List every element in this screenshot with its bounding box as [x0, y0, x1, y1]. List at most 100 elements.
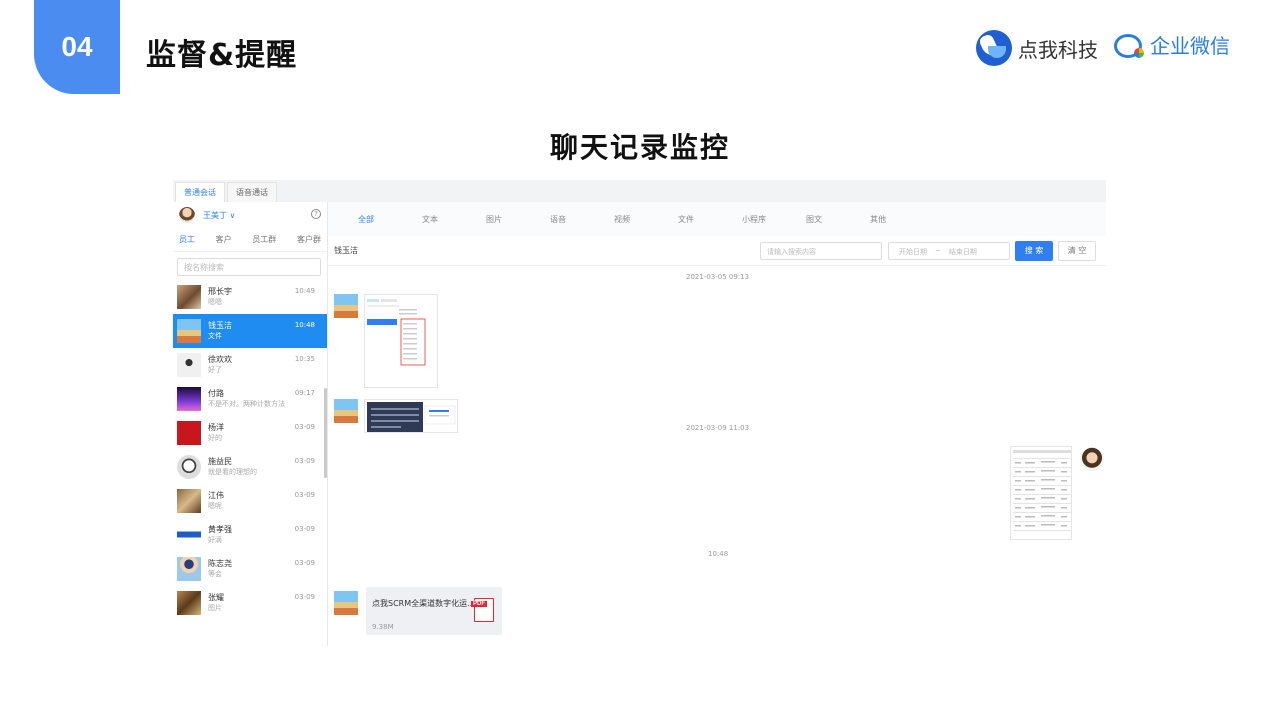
contact-time: 09:17	[294, 389, 315, 397]
tab-text[interactable]: 文本	[422, 214, 486, 225]
contact-last-message: 嗯嗯	[208, 298, 222, 306]
contact-time: 10:35	[294, 355, 315, 363]
avatar	[177, 319, 201, 343]
tab-miniprogram[interactable]: 小程序	[742, 214, 806, 225]
search-button[interactable]: 搜 索	[1015, 241, 1053, 261]
avatar	[177, 455, 201, 479]
pdf-icon: PDF	[471, 598, 494, 622]
message-timestamp: 2021-03-09 11:03	[686, 424, 750, 432]
tab-video[interactable]: 视频	[614, 214, 678, 225]
list-item[interactable]: 张耀 图片 03-09	[173, 586, 327, 620]
avatar	[177, 421, 201, 445]
message-timestamp: 10:48	[708, 550, 729, 558]
avatar	[177, 591, 201, 615]
contact-last-message: 文件	[208, 332, 222, 340]
contact-panel: 王美丁 ∨ ? 员工 客户 员工群 客户群 按名称搜索 邢长宇 嗯嗯 10:49 …	[173, 202, 328, 646]
center-title: 聊天记录监控	[549, 131, 730, 164]
user-name[interactable]: 王美丁 ∨	[203, 210, 235, 221]
user-selector[interactable]: 王美丁 ∨ ?	[173, 202, 327, 228]
avatar	[177, 489, 201, 513]
list-item[interactable]: 付路 不是不对。两种计数方法 09:17	[173, 382, 327, 416]
list-item[interactable]: 徐欢欢 好了 10:35	[173, 348, 327, 382]
chat-monitor-app: 普通会话 语音通话 王美丁 ∨ ? 员工 客户 员工群 客户群 按名称搜索 邢长…	[173, 180, 1106, 646]
contact-type-tabs: 员工 客户 员工群 客户群	[173, 228, 327, 252]
avatar	[179, 207, 195, 223]
tab-all[interactable]: 全部	[358, 214, 422, 225]
tab-article[interactable]: 图文	[806, 214, 870, 225]
brand-wework: 企业微信	[1114, 30, 1230, 59]
list-item[interactable]: 黄孝强 好滴 03-09	[173, 518, 327, 552]
image-message[interactable]	[364, 294, 438, 388]
tab-employee-group[interactable]: 员工群	[252, 234, 276, 245]
date-range-picker[interactable]: 开始日期 ~ 结束日期	[888, 242, 1010, 260]
list-item[interactable]: 邢长宇 嗯嗯 10:49	[173, 280, 327, 314]
tab-other[interactable]: 其他	[870, 214, 934, 225]
avatar	[177, 285, 201, 309]
screenshot-thumbnail-icon	[367, 402, 456, 432]
contact-list: 邢长宇 嗯嗯 10:49 钱玉洁 文件 10:48 徐欢欢 好了 10:35 付路 不是…	[173, 280, 327, 620]
file-size: 9.38M	[372, 623, 394, 631]
help-icon[interactable]: ?	[311, 209, 321, 219]
avatar	[334, 399, 358, 423]
contact-last-message: 就是看的理想的	[208, 468, 257, 476]
tab-customer-group[interactable]: 客户群	[297, 234, 321, 245]
chat-contact-name: 钱玉洁	[334, 246, 358, 255]
tab-voice[interactable]: 语音	[550, 214, 614, 225]
section-number: 04	[34, 0, 120, 94]
list-item[interactable]: 钱玉洁 文件 10:48	[173, 314, 327, 348]
avatar	[177, 387, 201, 411]
contact-last-message: 等会	[208, 570, 222, 578]
image-message[interactable]	[364, 399, 458, 433]
list-item[interactable]: 施益民 就是看的理想的 03-09	[173, 450, 327, 484]
contact-last-message: 图片	[208, 604, 222, 612]
message-timestamp: 2021-03-05 09:13	[686, 273, 750, 281]
contact-last-message: 好了	[208, 366, 222, 374]
brand-dianwo: 点我科技	[976, 30, 1098, 66]
file-message[interactable]: 点我SCRM全渠道数字化运... 9.38M PDF	[366, 587, 502, 635]
tab-voice-call[interactable]: 语音通话	[227, 182, 277, 202]
file-name: 点我SCRM全渠道数字化运...	[372, 599, 475, 608]
keyword-search-input[interactable]: 请输入搜索内容	[760, 242, 882, 260]
contact-last-message: 嗯呢	[208, 502, 222, 510]
avatar	[334, 591, 358, 615]
image-message[interactable]	[1010, 446, 1072, 540]
pdf-badge: PDF	[471, 601, 487, 607]
avatar	[177, 523, 201, 547]
list-item[interactable]: 江伟 嗯呢 03-09	[173, 484, 327, 518]
top-tabs: 普通会话 语音通话	[173, 180, 1106, 202]
tab-customer[interactable]: 客户	[216, 234, 232, 245]
clear-button[interactable]: 清 空	[1058, 241, 1096, 261]
contact-scrollbar[interactable]	[324, 388, 327, 478]
date-separator: ~	[935, 247, 941, 255]
contact-time: 10:48	[294, 321, 315, 329]
contact-last-message: 好滴	[208, 536, 222, 544]
contact-time: 03-09	[294, 457, 315, 465]
contact-time: 03-09	[294, 559, 315, 567]
contact-time: 03-09	[294, 525, 315, 533]
contact-time: 03-09	[294, 491, 315, 499]
contact-last-message: 不是不对。两种计数方法	[208, 400, 285, 408]
tab-normal-chat[interactable]: 普通会话	[175, 182, 225, 202]
list-item[interactable]: 陈志尧 等会 03-09	[173, 552, 327, 586]
tab-employee[interactable]: 员工	[179, 234, 195, 245]
brand-dianwo-label: 点我科技	[1018, 37, 1098, 62]
date-end: 结束日期	[948, 248, 977, 256]
chat-panel: 全部 文本 图片 语音 视频 文件 小程序 图文 其他 钱玉洁 请输入搜索内容 …	[328, 202, 1106, 646]
contact-search-input[interactable]: 按名称搜索	[177, 258, 321, 276]
wework-logo-icon	[1114, 32, 1144, 58]
screenshot-thumbnail-icon	[367, 299, 426, 366]
contact-last-message: 好的	[208, 434, 222, 442]
avatar	[334, 294, 358, 318]
message-type-tabs: 全部 文本 图片 语音 视频 文件 小程序 图文 其他	[328, 202, 1106, 236]
avatar	[177, 353, 201, 377]
dianwo-logo-icon	[976, 30, 1012, 66]
contact-time: 03-09	[294, 423, 315, 431]
tab-image[interactable]: 图片	[486, 214, 550, 225]
contact-time: 03-09	[294, 593, 315, 601]
avatar	[1080, 447, 1104, 471]
contact-time: 10:49	[294, 287, 315, 295]
tab-file[interactable]: 文件	[678, 214, 742, 225]
brand-wework-label: 企业微信	[1150, 34, 1230, 58]
table-screenshot-thumbnail-icon	[1013, 450, 1071, 531]
list-item[interactable]: 杨洋 好的 03-09	[173, 416, 327, 450]
